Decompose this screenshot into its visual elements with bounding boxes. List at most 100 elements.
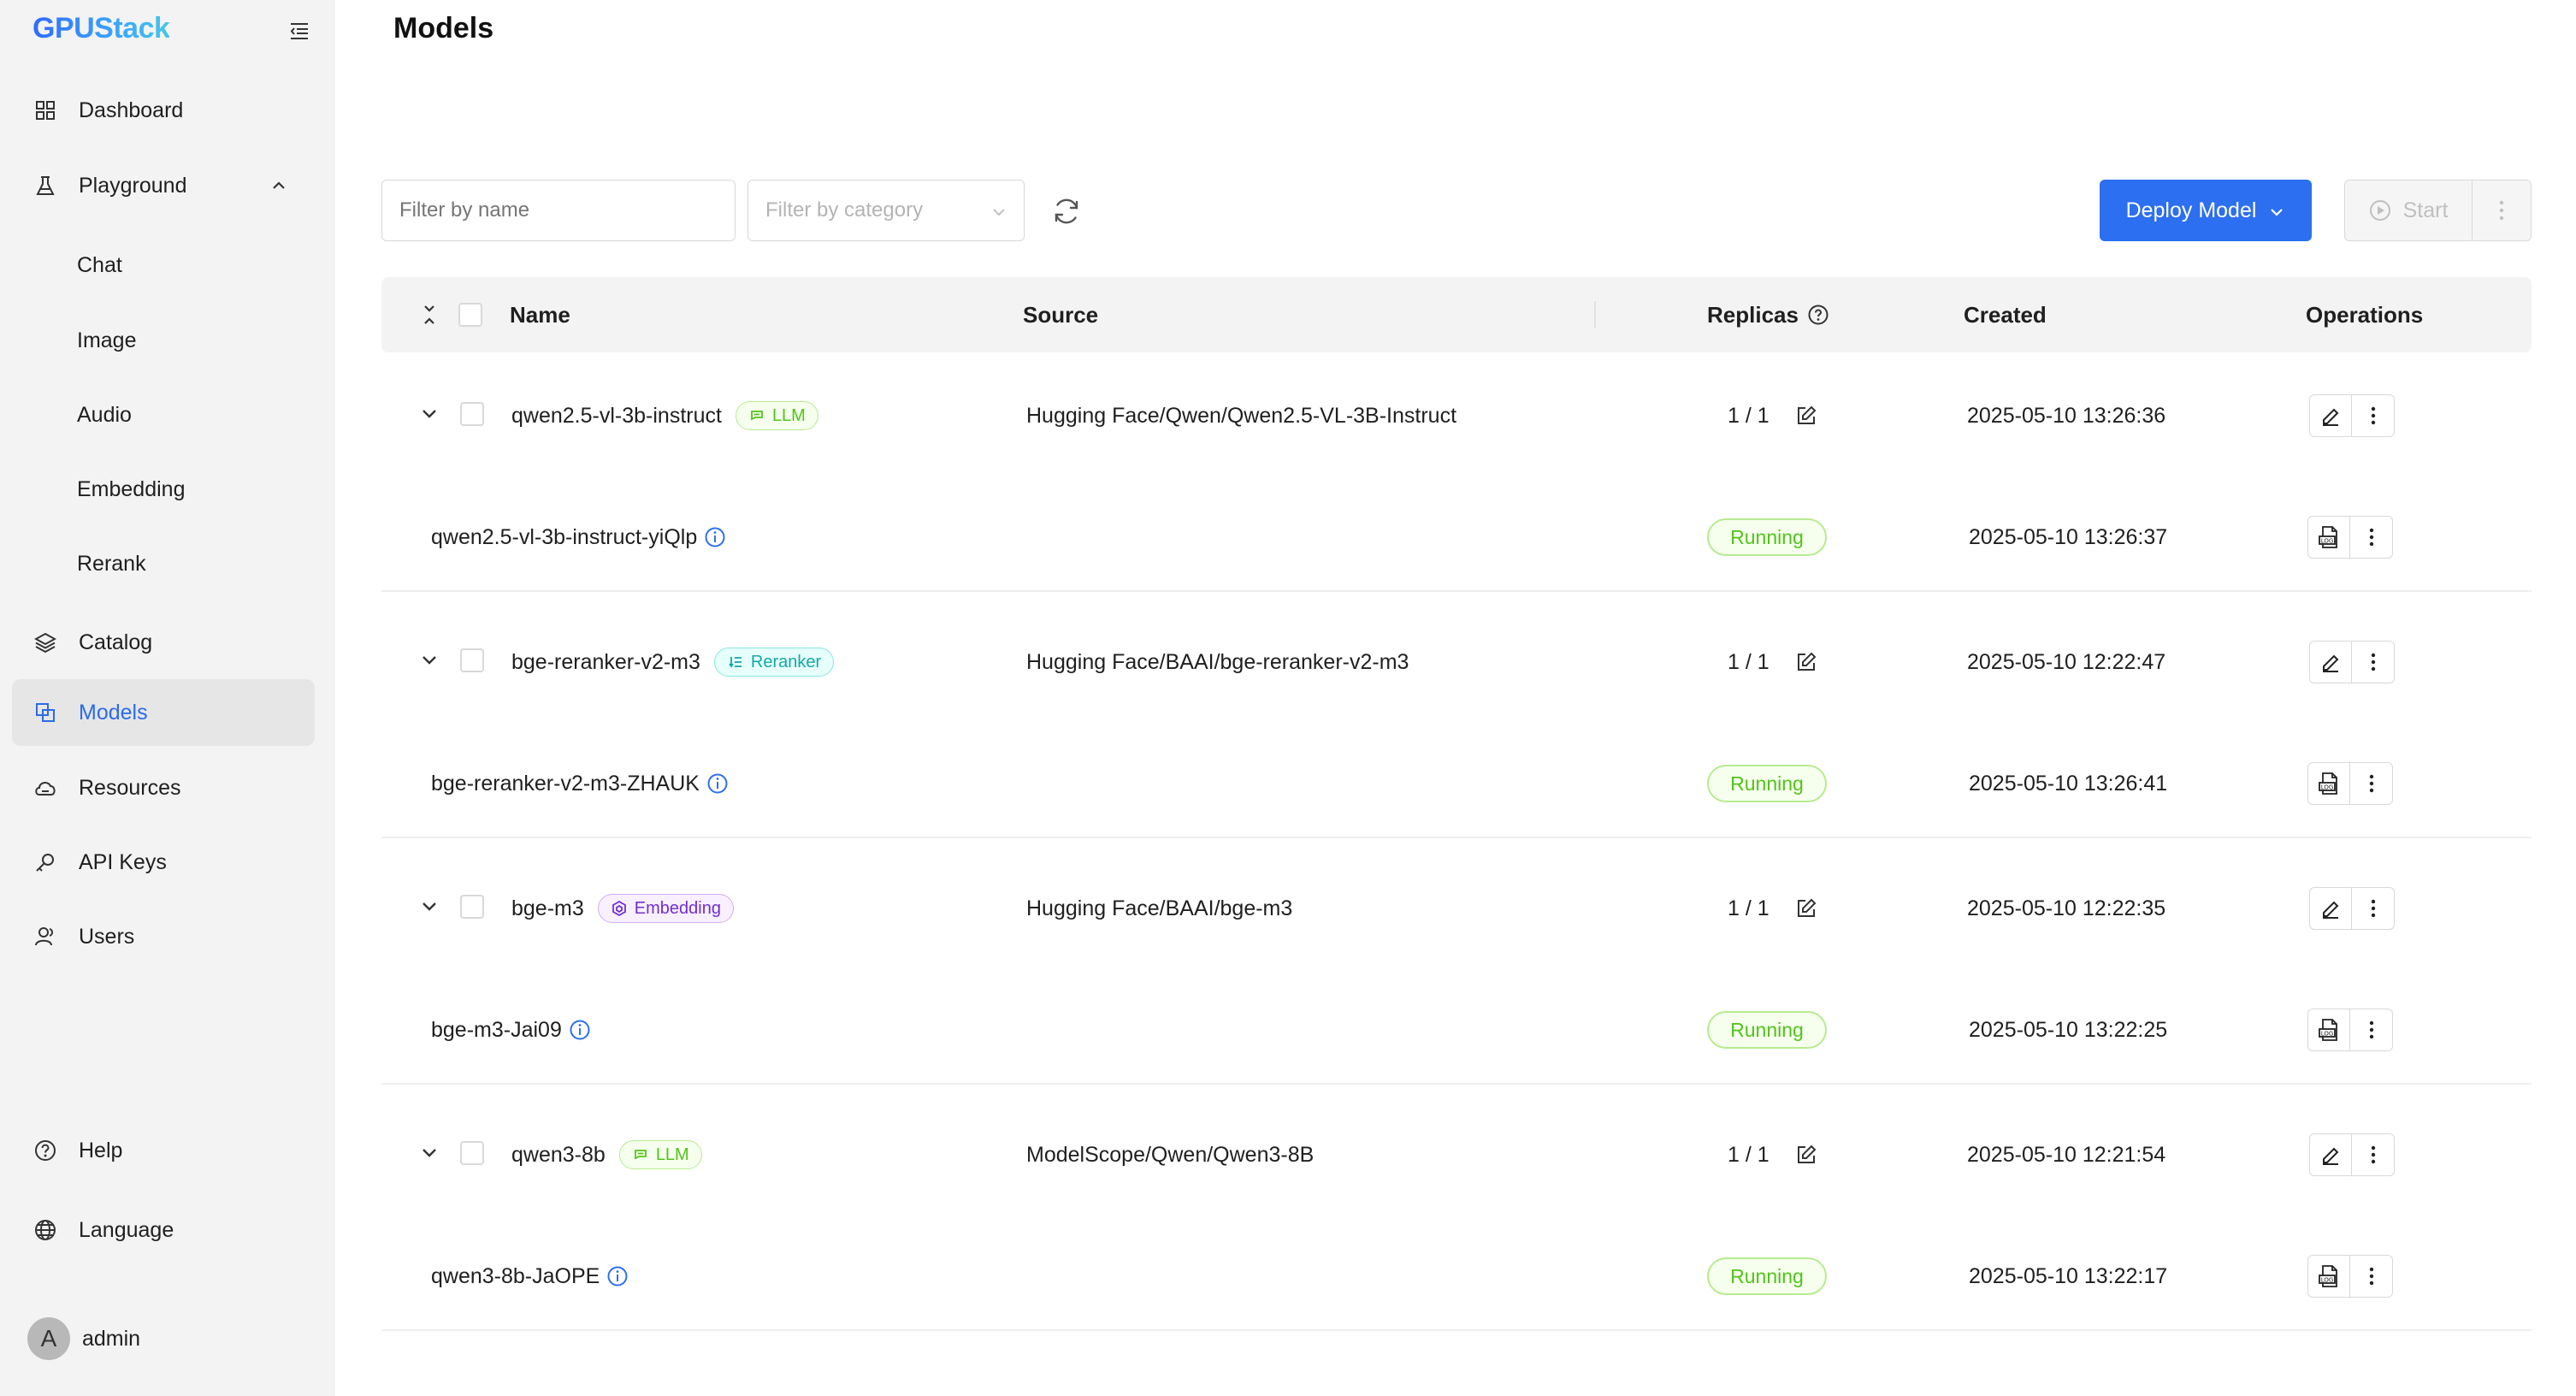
sidebar-item-dashboard[interactable]: Dashboard [12,77,315,144]
view-logs-button[interactable]: LOG [2307,762,2350,805]
chevron-down-icon[interactable] [419,650,440,671]
instance-more-button[interactable] [2350,762,2393,805]
start-button[interactable]: Start [2344,180,2473,241]
pencil-icon [2323,1147,2339,1165]
models-icon [32,700,58,725]
header-source[interactable]: Source [1023,277,1098,352]
sidebar-item-api-keys[interactable]: API Keys [12,829,315,896]
collapse-all-icon[interactable] [419,303,440,327]
created-time: 2025-05-10 12:21:54 [1967,1142,2166,1167]
header-created[interactable]: Created [1964,277,2047,352]
collapse-sidebar-icon[interactable] [287,19,311,43]
created-time: 2025-05-10 12:22:35 [1967,896,2166,920]
user-name: admin [82,1326,141,1351]
pencil-icon [2323,408,2339,426]
avatar: A [27,1317,70,1360]
table-header: Name Source Replicas Created Operations [381,277,2532,352]
more-vertical-icon [2371,406,2375,425]
sidebar-subitem-label: Audio [77,402,132,427]
more-vertical-icon [2499,200,2504,221]
sidebar-item-help[interactable]: Help [12,1117,315,1184]
status-badge: Running [1707,765,1827,802]
view-logs-button[interactable]: LOG [2307,1255,2350,1298]
chevron-up-icon[interactable] [269,175,289,196]
filter-by-category-select[interactable]: Filter by category [747,180,1025,241]
view-logs-button[interactable]: LOG [2307,1009,2350,1051]
app-logo[interactable]: GPUStack [32,12,170,45]
model-name-cell: bge-m3 Embedding [511,891,734,926]
sidebar-item-language[interactable]: Language [12,1197,315,1263]
header-replicas[interactable]: Replicas [1707,277,1829,352]
edit-replicas-icon[interactable] [1794,896,1818,920]
sidebar-subitem-embedding[interactable]: Embedding [12,459,315,519]
instance-row: qwen3-8b-JaOPE Running 2025-05-10 13:22:… [381,1220,2532,1336]
model-name[interactable]: bge-m3 [511,896,584,921]
edit-button[interactable] [2309,394,2352,437]
instance-row: bge-m3-Jai09 Running 2025-05-10 13:22:25… [381,973,2532,1090]
users-icon [32,924,58,949]
row-more-button[interactable] [2352,887,2395,930]
filter-by-name-input[interactable] [381,180,736,241]
edit-replicas-icon[interactable] [1794,1143,1818,1167]
row-divider [381,1329,2532,1331]
sidebar-subitem-label: Chat [77,252,122,277]
sidebar-subitem-audio[interactable]: Audio [12,385,315,445]
start-label: Start [2402,198,2449,222]
column-divider [1594,301,1596,328]
instance-created-time: 2025-05-10 13:26:41 [1969,771,2168,796]
sidebar-subitem-chat[interactable]: Chat [12,235,315,295]
sidebar-item-label: Language [79,1217,174,1242]
model-row: bge-m3 Embedding Hugging Face/BAAI/bge-m… [381,850,2532,973]
user-menu[interactable]: A admin [27,1317,140,1360]
model-name-cell: qwen2.5-vl-3b-instruct LLM [511,399,818,433]
dashboard-icon [32,98,58,123]
model-name[interactable]: qwen2.5-vl-3b-instruct [511,404,722,429]
view-logs-button[interactable]: LOG [2307,516,2350,559]
instance-name: bge-reranker-v2-m3-ZHAUK [431,771,700,796]
instance-created-time: 2025-05-10 13:22:17 [1969,1263,2168,1288]
model-name[interactable]: bge-reranker-v2-m3 [511,650,700,675]
select-all-checkbox[interactable] [458,303,482,327]
instance-more-button[interactable] [2350,1009,2393,1051]
row-more-button[interactable] [2352,394,2395,437]
edit-replicas-icon[interactable] [1794,650,1818,674]
edit-button[interactable] [2309,641,2352,683]
row-divider [381,590,2532,592]
sidebar-item-playground[interactable]: Playground [12,152,315,219]
more-actions-button[interactable] [2472,180,2532,241]
header-replicas-label: Replicas [1707,301,1799,328]
instance-name-cell: bge-reranker-v2-m3-ZHAUK [431,766,729,801]
instance-name: bge-m3-Jai09 [431,1017,562,1042]
deploy-model-button[interactable]: Deploy Model [2100,180,2312,241]
sidebar-subitem-image[interactable]: Image [12,311,315,370]
instance-status-cell: Running [1707,1011,1827,1049]
model-name[interactable]: qwen3-8b [511,1143,606,1168]
row-more-button[interactable] [2352,641,2395,683]
row-checkbox[interactable] [460,402,484,426]
edit-button[interactable] [2309,887,2352,930]
edit-replicas-icon[interactable] [1794,404,1818,428]
more-vertical-icon [2371,653,2375,671]
edit-button[interactable] [2309,1133,2352,1176]
refresh-icon[interactable] [1050,195,1083,228]
row-checkbox[interactable] [460,1141,484,1165]
row-checkbox[interactable] [460,895,484,919]
sidebar-subitem-rerank[interactable]: Rerank [12,534,315,594]
chevron-down-icon[interactable] [419,1143,440,1163]
sidebar-item-models[interactable]: Models [12,679,315,746]
instance-more-button[interactable] [2350,516,2393,559]
help-icon [1808,305,1829,325]
sidebar-item-users[interactable]: Users [12,903,315,970]
pencil-icon [2323,654,2339,672]
instance-more-button[interactable] [2350,1255,2393,1298]
filter-category-placeholder: Filter by category [765,198,924,222]
row-checkbox[interactable] [460,648,484,672]
sidebar-item-resources[interactable]: Resources [12,754,315,821]
chevron-down-icon[interactable] [419,896,440,917]
log-file-icon: LOG [2319,1265,2337,1287]
sidebar-item-catalog[interactable]: Catalog [12,609,315,676]
header-name[interactable]: Name [510,277,570,352]
chevron-down-icon[interactable] [419,404,440,424]
row-more-button[interactable] [2352,1133,2395,1176]
svg-text:LOG: LOG [2321,784,2334,791]
